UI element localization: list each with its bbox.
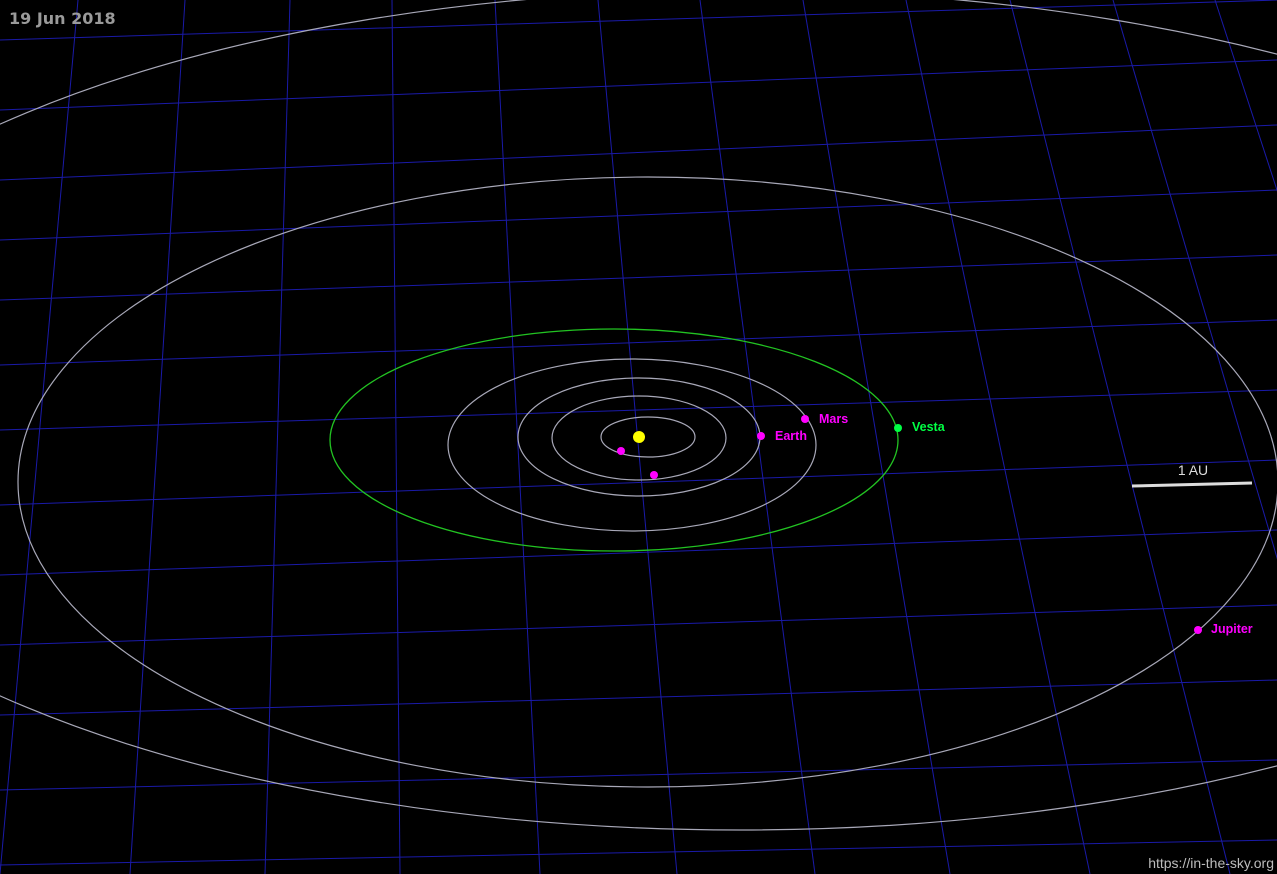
sun-marker[interactable] [633, 431, 645, 443]
credit-link[interactable]: https://in-the-sky.org [1148, 855, 1274, 871]
mars-label: Mars [819, 412, 848, 426]
mars-marker[interactable] [801, 415, 809, 423]
earth-marker[interactable] [757, 432, 765, 440]
earth-label: Earth [775, 429, 807, 443]
jupiter-marker[interactable] [1194, 626, 1202, 634]
venus-marker[interactable] [650, 471, 658, 479]
solar-system-orbit-diagram: Earth Mars Vesta Jupiter 1 AU [0, 0, 1277, 874]
vesta-label: Vesta [912, 420, 946, 434]
jupiter-label: Jupiter [1211, 622, 1253, 636]
scale-bar-label: 1 AU [1178, 462, 1208, 478]
vesta-marker[interactable] [894, 424, 902, 432]
mercury-marker[interactable] [617, 447, 625, 455]
date-label: 19 Jun 2018 [9, 9, 116, 28]
